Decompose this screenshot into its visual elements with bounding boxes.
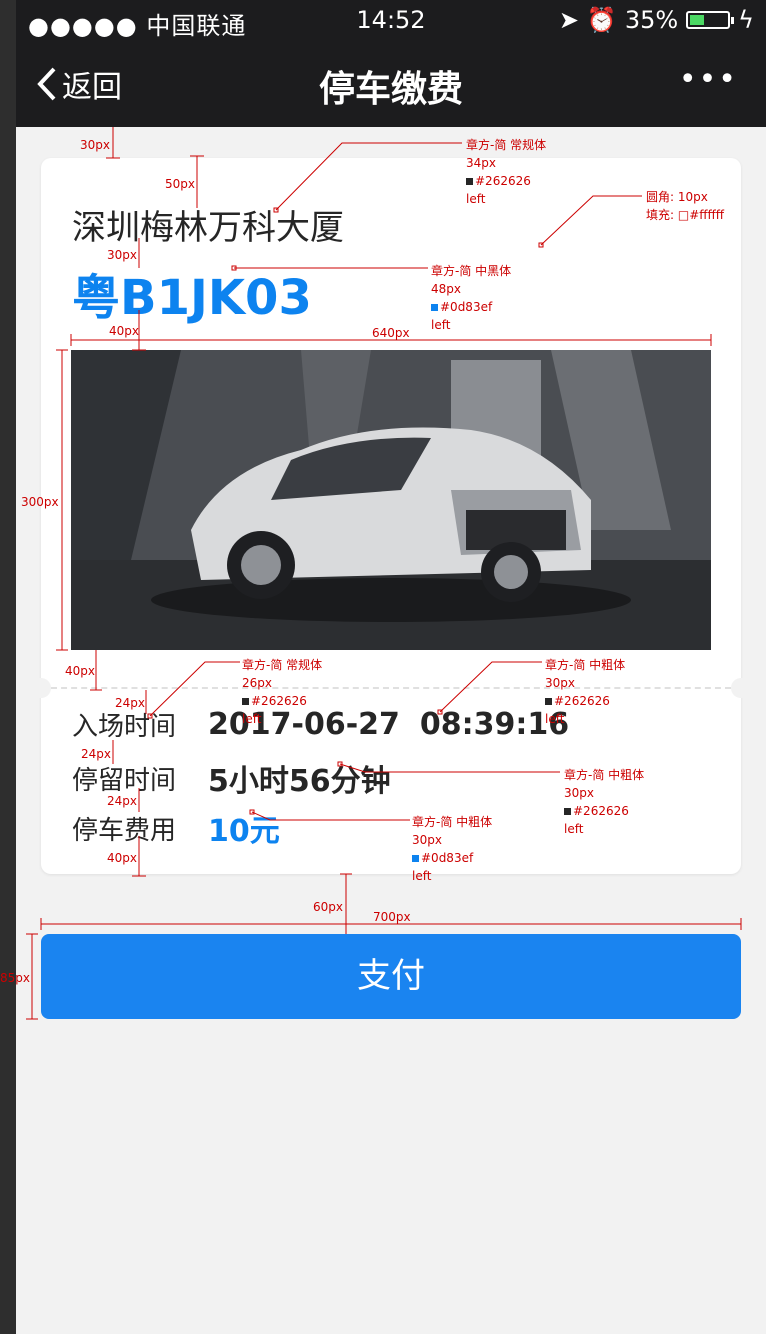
spec-duration: 章方-简 中粗体 30px #262626 left bbox=[564, 768, 645, 836]
dim-label: 640px bbox=[372, 326, 410, 340]
spec-building: 章方-简 常规体 34px #262626 left bbox=[466, 138, 547, 206]
dim-label: 700px bbox=[373, 910, 411, 924]
spec-detail-label: 章方-简 常规体 26px #262626 left bbox=[242, 658, 323, 726]
dim-label: 85px bbox=[0, 971, 30, 985]
spec-fee: 章方-简 中粗体 30px #0d83ef left bbox=[412, 815, 493, 883]
dim-label: 24px bbox=[115, 696, 145, 710]
spec-plate: 章方-简 中黑体 48px #0d83ef left bbox=[431, 264, 512, 332]
dim-label: 50px bbox=[165, 177, 195, 191]
dim-label: 30px bbox=[107, 248, 137, 262]
dim-label: 300px bbox=[21, 495, 59, 509]
dim-label: 30px bbox=[80, 138, 110, 152]
dim-label: 40px bbox=[109, 324, 139, 338]
dim-label: 60px bbox=[313, 900, 343, 914]
dim-label: 24px bbox=[81, 747, 111, 761]
spec-card: 圆角: 10px 填充: □#ffffff bbox=[646, 190, 725, 222]
dim-label: 24px bbox=[107, 794, 137, 808]
dim-label: 40px bbox=[107, 851, 137, 865]
dim-label: 40px bbox=[65, 664, 95, 678]
spec-detail-value: 章方-简 中粗体 30px #262626 left bbox=[545, 658, 626, 726]
